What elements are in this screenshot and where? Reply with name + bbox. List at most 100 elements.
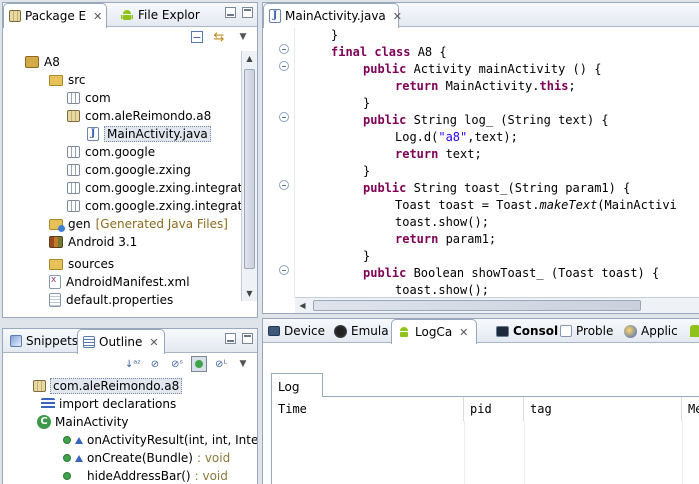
package-icon — [67, 200, 80, 212]
tab-file-explorer[interactable]: File Explor — [115, 3, 205, 27]
tree-item-properties-file[interactable]: default.properties — [49, 291, 173, 309]
tab-snippets[interactable]: Snippets — [5, 329, 83, 353]
tree-item-gen[interactable]: gen [Generated Java Files] — [49, 215, 228, 233]
outline-item-label: hideAddressBar() — [87, 469, 191, 483]
maximize-button[interactable] — [242, 7, 253, 18]
hide-fields-icon[interactable]: ⊘ — [147, 356, 163, 372]
tree-item-label: com.aleReimondo.a8 — [85, 109, 212, 123]
view-window-controls — [225, 7, 253, 18]
scroll-thumb[interactable] — [244, 69, 255, 269]
column-header-time[interactable]: Time — [272, 397, 464, 421]
column-header-tag[interactable]: tag — [524, 397, 682, 421]
tree-item-package[interactable]: com.aleReimondo.a8 — [67, 107, 211, 125]
outline-item-type: : void — [194, 469, 228, 483]
override-icon — [75, 454, 83, 462]
tree-item-src[interactable]: src — [49, 71, 86, 89]
public-method-icon — [63, 472, 71, 480]
view-menu-icon[interactable]: ▼ — [235, 356, 251, 372]
horizontal-scrollbar[interactable]: ◀ — [295, 297, 699, 313]
android-icon — [121, 10, 133, 20]
outline-item-imports[interactable]: import declarations — [41, 395, 176, 413]
code-line: return text; — [395, 147, 482, 161]
package-icon — [67, 164, 80, 176]
outline-item-label: com.aleReimondo.a8 — [50, 378, 183, 394]
tab-devices[interactable]: Device — [263, 319, 330, 343]
emulator-icon — [334, 324, 347, 338]
view-toolbar: − ⇆ ▼ — [191, 29, 251, 45]
tree-item-label: com — [85, 91, 111, 105]
tree-item-xml-file[interactable]: AndroidManifest.xml — [49, 273, 190, 291]
tab-label: MainActivity.java — [285, 9, 386, 23]
scroll-up-icon[interactable]: ▲ — [242, 51, 257, 66]
close-icon[interactable]: ✕ — [459, 326, 468, 339]
outline-item-method[interactable]: hideAddressBar() : void — [63, 467, 228, 484]
tab-emulator[interactable]: Emula — [329, 319, 394, 343]
tree-item-package[interactable]: com — [67, 89, 111, 107]
scroll-left-icon[interactable]: ◀ — [295, 298, 310, 313]
bottom-tabbar: Device Emula LogCa ✕ Consol Proble Appli… — [263, 319, 699, 344]
tree-item-java-file[interactable]: J MainActivity.java — [87, 125, 211, 143]
tree-item-label: AndroidManifest.xml — [66, 275, 190, 289]
fold-icon[interactable] — [279, 180, 289, 190]
scroll-thumb[interactable] — [313, 300, 641, 311]
outline-item-package[interactable]: com.aleReimondo.a8 — [33, 377, 183, 395]
tab-main-activity[interactable]: J MainActivity.java ✕ — [263, 3, 402, 28]
tab-label: Consol — [513, 324, 559, 338]
outline-item-method[interactable]: onCreate(Bundle) : void — [63, 449, 230, 467]
fold-icon[interactable] — [279, 61, 289, 71]
tab-outline[interactable]: Outline ✕ — [77, 329, 165, 354]
close-icon[interactable]: ✕ — [149, 336, 158, 349]
tree-item-library[interactable]: Android 3.1 — [49, 233, 137, 251]
hide-local-types-icon[interactable]: ⊘ᴸ — [213, 356, 229, 372]
code-line: public Boolean showToast_ (Toast toast) … — [363, 266, 660, 280]
tree-item-project[interactable]: A8 — [25, 53, 60, 71]
tab-label: Applic — [641, 324, 678, 338]
code-line: return param1; — [395, 232, 497, 246]
code-line: } — [363, 249, 371, 263]
scroll-down-icon[interactable]: ▼ — [242, 286, 257, 301]
code-area[interactable]: } final class A8 { public Activity mainA… — [295, 27, 699, 297]
view-menu-icon[interactable]: ▼ — [235, 29, 251, 45]
hide-static-icon[interactable]: ⊘ˢ — [169, 356, 185, 372]
outline-item-method[interactable]: onActivityResult(int, int, Intent) : — [63, 431, 257, 449]
fold-icon[interactable] — [279, 44, 289, 54]
fold-icon[interactable] — [279, 265, 289, 275]
column-header-pid[interactable]: pid — [464, 397, 524, 421]
tab-overflow[interactable] — [685, 319, 699, 343]
outline-item-label: import declarations — [59, 397, 177, 411]
link-with-editor-icon[interactable]: ⇆ — [211, 29, 227, 45]
sort-icon[interactable]: ↓ᵃᶻ — [125, 356, 141, 372]
minimize-button[interactable] — [225, 7, 236, 18]
tab-package-explorer[interactable]: Package E ✕ — [3, 3, 107, 28]
tree-item-package[interactable]: com.google.zxing.integration — [67, 179, 257, 197]
fold-icon[interactable] — [279, 112, 289, 122]
tree-item-package[interactable]: com.google — [67, 143, 155, 161]
devices-icon — [268, 326, 280, 336]
column-header-message[interactable]: Me — [682, 397, 699, 421]
package-icon — [67, 182, 80, 194]
close-icon[interactable]: ✕ — [393, 10, 402, 23]
tab-applications[interactable]: Applic — [619, 319, 683, 343]
tab-logcat[interactable]: LogCa ✕ — [391, 319, 477, 344]
tab-console[interactable]: Consol — [491, 319, 563, 343]
tree-item-label: com.google.zxing — [85, 163, 191, 177]
tree-item-decoration: [Generated Java Files] — [95, 217, 228, 231]
tree-item-package[interactable]: com.google.zxing — [67, 161, 191, 179]
problems-icon — [560, 325, 572, 337]
maximize-button[interactable] — [242, 333, 253, 344]
tree-item-folder[interactable]: sources — [49, 255, 114, 273]
code-line: Log.d("a8",text); — [395, 130, 518, 144]
minimize-button[interactable] — [225, 333, 236, 344]
tree-item-package[interactable]: com.google.zxing.integration — [67, 197, 257, 215]
collapse-all-icon[interactable]: − — [191, 31, 203, 44]
log-tab-label: Log — [278, 380, 300, 394]
tab-problems[interactable]: Proble — [555, 319, 618, 343]
snippets-icon — [10, 335, 22, 347]
vertical-scrollbar[interactable]: ▲ ▼ — [241, 51, 257, 301]
outline-item-class[interactable]: C MainActivity — [37, 413, 129, 431]
log-tab[interactable]: Log — [271, 373, 323, 397]
code-line: public Activity mainActivity () { — [363, 62, 602, 76]
code-line: } — [331, 28, 339, 42]
hide-nonpublic-icon[interactable] — [191, 356, 207, 372]
close-icon[interactable]: ✕ — [93, 10, 102, 23]
